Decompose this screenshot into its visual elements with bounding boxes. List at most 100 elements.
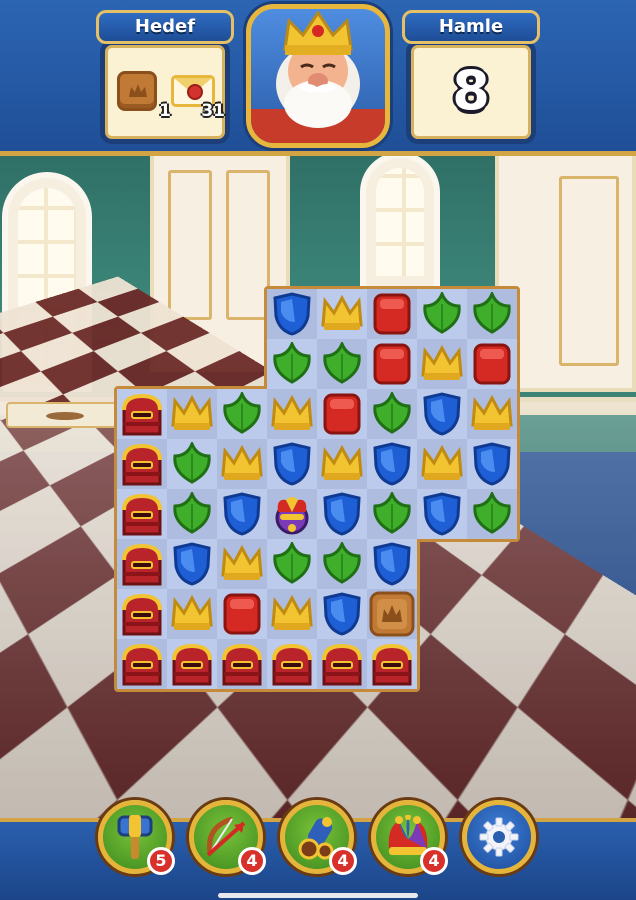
mailbox-icon <box>122 593 162 636</box>
shield-tile[interactable] <box>417 389 467 439</box>
leaf-tile[interactable] <box>167 439 217 489</box>
leaf-tile[interactable] <box>467 489 517 539</box>
booster-jester-hat-button[interactable]: 4 <box>371 800 448 875</box>
booster-cannon-button[interactable]: 4 <box>280 800 357 875</box>
crown-tile[interactable] <box>467 389 517 439</box>
box-icon <box>323 393 361 435</box>
leaf-tile[interactable] <box>267 339 317 389</box>
mailbox-icon <box>122 543 162 586</box>
crown-icon <box>271 395 313 430</box>
shield-icon <box>423 492 461 536</box>
mailbox-tile[interactable] <box>117 439 167 489</box>
box-icon <box>473 343 511 385</box>
shield-tile[interactable] <box>467 439 517 489</box>
leaf-tile[interactable] <box>317 339 367 389</box>
crown-icon <box>271 595 313 630</box>
mailbox-tile[interactable] <box>117 389 167 439</box>
crown-tile[interactable] <box>167 389 217 439</box>
crown-icon <box>221 545 263 580</box>
shield-icon <box>373 442 411 486</box>
shield-tile[interactable] <box>417 489 467 539</box>
leaf-tile[interactable] <box>267 539 317 589</box>
crate-tile[interactable] <box>367 589 417 639</box>
leaf-tile[interactable] <box>367 389 417 439</box>
shield-icon <box>473 442 511 486</box>
box-tile[interactable] <box>217 589 267 639</box>
mailbox-tile[interactable] <box>117 589 167 639</box>
crown-tile[interactable] <box>317 289 367 339</box>
leaf-icon <box>473 492 511 534</box>
shield-tile[interactable] <box>167 539 217 589</box>
shield-icon <box>323 592 361 636</box>
settings-button[interactable] <box>462 800 536 874</box>
shield-tile[interactable] <box>267 439 317 489</box>
shield-tile[interactable] <box>267 289 317 339</box>
crown-icon <box>321 295 363 330</box>
mailbox-tile[interactable] <box>367 639 417 689</box>
jester-bomb-icon <box>275 497 309 535</box>
leaf-tile[interactable] <box>217 389 267 439</box>
crown-tile[interactable] <box>267 589 317 639</box>
mailbox-icon <box>122 643 162 686</box>
shield-icon <box>273 292 311 336</box>
crown-tile[interactable] <box>417 439 467 489</box>
mailbox-tile[interactable] <box>117 539 167 589</box>
wall-plaque <box>6 402 124 428</box>
mailbox-icon <box>172 643 212 686</box>
shield-icon <box>273 442 311 486</box>
box-tile[interactable] <box>367 339 417 389</box>
mailbox-icon <box>122 493 162 536</box>
goal-crate: 1 <box>117 71 171 121</box>
mailbox-icon <box>322 643 362 686</box>
leaf-tile[interactable] <box>317 539 367 589</box>
moves-count: 8 <box>452 59 490 122</box>
booster-arrow-count: 4 <box>238 847 266 875</box>
mailbox-tile[interactable] <box>117 489 167 539</box>
mailbox-tile[interactable] <box>317 639 367 689</box>
mailbox-icon <box>122 443 162 486</box>
mailbox-tile[interactable] <box>267 639 317 689</box>
booster-arrow-button[interactable]: 4 <box>189 800 266 875</box>
crate-icon <box>369 591 415 637</box>
shield-tile[interactable] <box>367 539 417 589</box>
shield-tile[interactable] <box>317 589 367 639</box>
crown-tile[interactable] <box>417 339 467 389</box>
king-portrait <box>246 4 390 148</box>
booster-hammer-count: 5 <box>147 847 175 875</box>
jester-bomb-tile[interactable] <box>267 489 317 539</box>
top-hud: Hedef 1 31 Hamle 8 <box>0 0 636 156</box>
leaf-icon <box>373 392 411 434</box>
shield-icon <box>373 542 411 586</box>
shield-tile[interactable] <box>317 489 367 539</box>
shield-tile[interactable] <box>367 439 417 489</box>
crown-tile[interactable] <box>317 439 367 489</box>
leaf-tile[interactable] <box>367 489 417 539</box>
crown-icon <box>471 395 513 430</box>
moves-label: Hamle <box>402 10 540 44</box>
box-tile[interactable] <box>317 389 367 439</box>
crown-tile[interactable] <box>267 389 317 439</box>
crown-tile[interactable] <box>217 539 267 589</box>
leaf-tile[interactable] <box>167 489 217 539</box>
leaf-icon <box>423 292 461 334</box>
box-tile[interactable] <box>467 339 517 389</box>
mailbox-tile[interactable] <box>217 639 267 689</box>
box-tile[interactable] <box>367 289 417 339</box>
shield-tile[interactable] <box>217 489 267 539</box>
leaf-icon <box>173 492 211 534</box>
crown-tile[interactable] <box>167 589 217 639</box>
leaf-icon <box>323 342 361 384</box>
mailbox-tile[interactable] <box>117 639 167 689</box>
booster-hammer-button[interactable]: 5 <box>98 800 175 875</box>
leaf-icon <box>223 392 261 434</box>
crown-icon <box>421 345 463 380</box>
crown-icon <box>171 595 213 630</box>
crown-tile[interactable] <box>217 439 267 489</box>
goal-crate-count: 1 <box>159 101 171 121</box>
leaf-icon <box>273 542 311 584</box>
mailbox-tile[interactable] <box>167 639 217 689</box>
leaf-tile[interactable] <box>417 289 467 339</box>
leaf-icon <box>323 542 361 584</box>
leaf-tile[interactable] <box>467 289 517 339</box>
booster-cannon-count: 4 <box>329 847 357 875</box>
